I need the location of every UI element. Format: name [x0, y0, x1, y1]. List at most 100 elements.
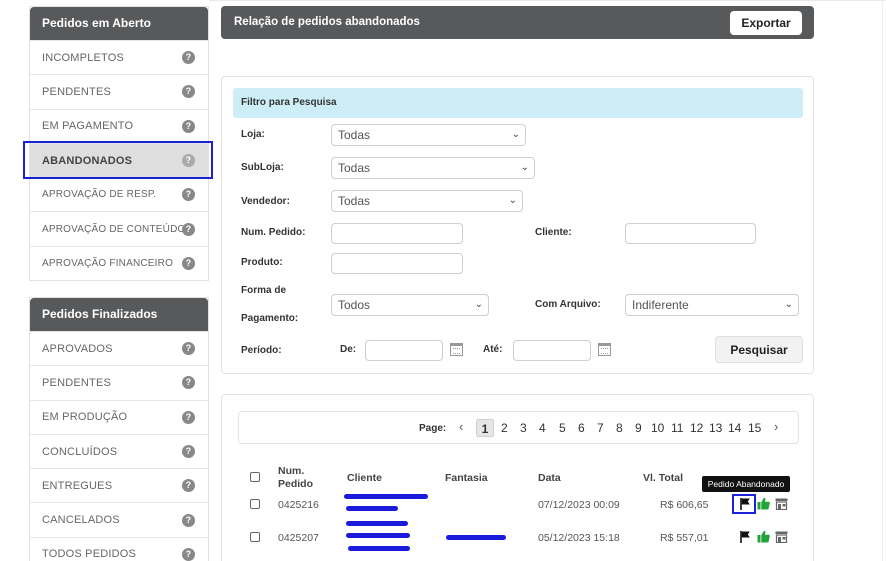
redacted-client: [346, 506, 398, 511]
open-orders-title: Pedidos em Aberto: [30, 7, 208, 40]
finished-orders-panel: Pedidos Finalizados APROVADOS? PENDENTES…: [29, 297, 209, 561]
sidebar-item-concluidos[interactable]: CONCLUÍDOS?: [30, 433, 208, 468]
help-icon[interactable]: ?: [182, 342, 195, 356]
chevron-right-icon[interactable]: ›: [774, 419, 778, 434]
help-icon[interactable]: ?: [182, 410, 195, 424]
date-from-input[interactable]: [365, 340, 443, 361]
row-total: R$ 557,01: [660, 532, 709, 544]
redacted-fantasia: [446, 535, 506, 540]
chevron-down-icon: ⌄: [511, 129, 520, 140]
redacted-client: [346, 533, 410, 538]
page-current[interactable]: 1: [476, 419, 494, 437]
sidebar-item-entregues[interactable]: ENTREGUES?: [30, 468, 208, 502]
sidebar-item-aprovados[interactable]: APROVADOS?: [30, 331, 208, 365]
forma-pagamento-label-1: Forma de: [241, 285, 287, 296]
row-total: R$ 606,65: [660, 499, 709, 511]
cliente-input[interactable]: [625, 223, 756, 244]
row-num: 0425207: [278, 532, 319, 544]
sidebar-item-em-pagamento[interactable]: EM PAGAMENTO?: [30, 108, 208, 143]
com-arquivo-select[interactable]: Indiferente ⌄: [625, 294, 799, 316]
sidebar-item-em-producao[interactable]: EM PRODUÇÃO?: [30, 399, 208, 434]
page-link[interactable]: 7: [597, 419, 604, 437]
page-link[interactable]: 3: [520, 419, 527, 437]
tooltip: Pedido Abandonado: [702, 476, 790, 492]
sidebar-item-aprovacao-resp[interactable]: APROVAÇÃO DE RESP.?: [30, 177, 208, 211]
row-checkbox[interactable]: [250, 499, 260, 509]
page-link[interactable]: 12: [690, 419, 703, 437]
row-date: 05/12/2023 15:18: [538, 532, 620, 544]
row-date: 07/12/2023 00:09: [538, 499, 620, 511]
page-link[interactable]: 11: [671, 419, 683, 437]
thumbs-up-icon[interactable]: [757, 497, 770, 510]
loja-select[interactable]: Todas ⌄: [331, 124, 526, 146]
sidebar-item-aprovacao-financeiro[interactable]: APROVAÇÃO FINANCEIRO?: [30, 245, 208, 280]
export-button[interactable]: Exportar: [730, 11, 802, 35]
sidebar-item-todos-pedidos[interactable]: TODOS PEDIDOS?: [30, 536, 208, 561]
flag-icon[interactable]: [739, 530, 751, 543]
help-icon[interactable]: ?: [182, 445, 195, 459]
produto-label: Produto:: [241, 257, 283, 268]
help-icon[interactable]: ?: [182, 256, 195, 270]
help-icon[interactable]: ?: [182, 376, 195, 390]
help-icon[interactable]: ?: [182, 547, 195, 561]
col-cliente: Cliente: [347, 472, 383, 484]
page-link[interactable]: 8: [616, 419, 623, 437]
help-icon[interactable]: ?: [182, 188, 195, 202]
date-to-input[interactable]: [513, 340, 591, 361]
forma-pagamento-value: Todos: [338, 298, 371, 312]
col-valor: Vl. Total: [643, 472, 684, 484]
sidebar-item-label: APROVAÇÃO DE CONTEÚDO: [42, 223, 186, 235]
sidebar-item-label: EM PAGAMENTO: [42, 120, 134, 133]
page-link[interactable]: 6: [578, 419, 585, 437]
right-divider: [882, 0, 883, 561]
search-button[interactable]: Pesquisar: [715, 336, 803, 363]
page-link[interactable]: 9: [635, 419, 642, 437]
help-icon[interactable]: ?: [182, 479, 195, 493]
sidebar-item-label: CANCELADOS: [42, 514, 120, 527]
chevron-down-icon: ⌄: [784, 299, 793, 310]
page-link[interactable]: 2: [501, 419, 508, 437]
help-icon[interactable]: ?: [182, 222, 195, 236]
help-icon[interactable]: ?: [182, 51, 195, 65]
sidebar-item-label: CONCLUÍDOS: [42, 445, 118, 458]
sidebar-item-incompletos[interactable]: INCOMPLETOS?: [30, 40, 208, 74]
page-title: Relação de pedidos abandonados: [234, 16, 420, 28]
forma-pagamento-select[interactable]: Todos ⌄: [331, 294, 489, 316]
produto-input[interactable]: [331, 253, 463, 274]
vendedor-select[interactable]: Todas ⌄: [331, 190, 523, 212]
help-icon[interactable]: ?: [182, 513, 195, 527]
sidebar-item-pendentes-finalizados[interactable]: PENDENTES?: [30, 365, 208, 399]
help-icon[interactable]: ?: [182, 119, 195, 133]
store-icon[interactable]: [775, 531, 788, 543]
sidebar-item-label: INCOMPLETOS: [42, 51, 125, 64]
sidebar-item-label: APROVADOS: [42, 342, 113, 355]
sidebar-item-label: APROVAÇÃO DE RESP.: [42, 189, 157, 201]
calendar-icon[interactable]: [598, 343, 611, 356]
page-link[interactable]: 14: [728, 419, 741, 437]
sidebar-item-cancelados[interactable]: CANCELADOS?: [30, 502, 208, 536]
pagination: Page: ‹ 1 2 3 4 5 6 7 8 9 10 11 12 13 14…: [238, 411, 799, 444]
page-link[interactable]: 10: [651, 419, 664, 437]
chevron-down-icon: ⌄: [474, 299, 483, 310]
store-icon[interactable]: [775, 498, 788, 510]
page-link[interactable]: 4: [539, 419, 546, 437]
filter-title: Filtro para Pesquisa: [233, 88, 803, 118]
help-icon[interactable]: ?: [182, 85, 195, 99]
sidebar-item-pendentes[interactable]: PENDENTES?: [30, 74, 208, 108]
sidebar-item-label: PENDENTES: [42, 376, 112, 389]
chevron-down-icon: ⌄: [520, 162, 529, 173]
redacted-client: [346, 521, 408, 526]
cliente-label: Cliente:: [535, 227, 572, 238]
page-link[interactable]: 5: [559, 419, 566, 437]
calendar-icon[interactable]: [450, 343, 463, 356]
top-divider: [209, 0, 886, 1]
num-pedido-input[interactable]: [331, 223, 463, 244]
thumbs-up-icon[interactable]: [757, 530, 770, 543]
page-link[interactable]: 15: [748, 419, 761, 437]
sidebar-item-aprovacao-conteudo[interactable]: APROVAÇÃO DE CONTEÚDO?: [30, 211, 208, 245]
select-all-checkbox[interactable]: [250, 472, 260, 482]
subloja-select[interactable]: Todas ⌄: [331, 157, 535, 179]
row-checkbox[interactable]: [250, 532, 260, 542]
page-link[interactable]: 13: [709, 419, 722, 437]
chevron-left-icon[interactable]: ‹: [459, 419, 463, 434]
